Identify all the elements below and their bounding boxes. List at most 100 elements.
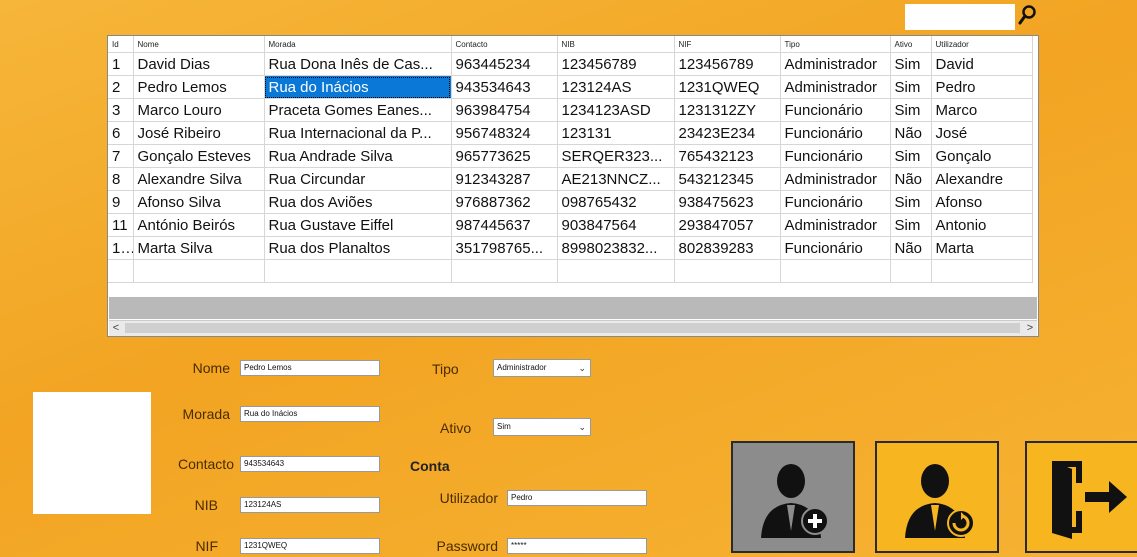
table-cell[interactable]: Rua dos Aviões (264, 190, 452, 214)
exit-button[interactable] (1025, 441, 1137, 553)
table-cell[interactable]: 123124AS (557, 75, 675, 99)
table-cell[interactable]: Marco (931, 98, 1033, 122)
table-cell[interactable]: 912343287 (451, 167, 558, 191)
table-cell[interactable]: Funcionário (780, 121, 891, 145)
table-cell[interactable]: 12 (108, 236, 134, 260)
table-cell[interactable]: 3 (108, 98, 134, 122)
table-cell[interactable]: 987445637 (451, 213, 558, 237)
table-cell[interactable]: 6 (108, 121, 134, 145)
table-row[interactable]: 6 José Ribeiro Rua Internacional da P... 95… (108, 121, 1033, 145)
table-cell[interactable]: Pedro Lemos (133, 75, 265, 99)
table-cell[interactable]: Rua dos Planaltos (264, 236, 452, 260)
nome-field[interactable]: Pedro Lemos (240, 360, 380, 376)
table-cell[interactable]: José (931, 121, 1033, 145)
table-cell[interactable] (108, 259, 134, 283)
table-cell[interactable]: Gonçalo Esteves (133, 144, 265, 168)
table-cell[interactable]: 956748324 (451, 121, 558, 145)
table-cell[interactable]: Rua Andrade Silva (264, 144, 452, 168)
table-cell[interactable]: 9 (108, 190, 134, 214)
table-cell[interactable]: 765432123 (674, 144, 781, 168)
table-cell[interactable]: AE213NNCZ... (557, 167, 675, 191)
table-cell[interactable]: Sim (890, 190, 932, 214)
table-cell[interactable]: Sim (890, 75, 932, 99)
scroll-thumb[interactable] (125, 323, 1020, 333)
password-field[interactable]: ***** (507, 538, 647, 554)
table-cell[interactable]: Sim (890, 98, 932, 122)
table-cell[interactable]: 23423E234 (674, 121, 781, 145)
table-cell[interactable]: Rua do Inácios (264, 75, 452, 99)
column-header[interactable]: NIF (674, 36, 781, 53)
scroll-left-arrow[interactable]: < (109, 321, 123, 336)
table-cell[interactable]: Sim (890, 213, 932, 237)
table-cell[interactable]: 2 (108, 75, 134, 99)
table-row[interactable]: 12 Marta Silva Rua dos Planaltos 351798765.… (108, 236, 1033, 260)
table-cell[interactable]: Funcionário (780, 98, 891, 122)
table-cell[interactable]: 098765432 (557, 190, 675, 214)
column-header[interactable]: Contacto (451, 36, 558, 53)
utilizador-field[interactable]: Pedro (507, 490, 647, 506)
table-cell[interactable] (931, 259, 1033, 283)
table-cell[interactable]: Marta (931, 236, 1033, 260)
column-header[interactable]: Utilizador (931, 36, 1033, 53)
column-header[interactable]: Morada (264, 36, 452, 53)
table-cell[interactable]: 1231312ZY (674, 98, 781, 122)
table-cell[interactable]: 1234123ASD (557, 98, 675, 122)
nif-field[interactable]: 1231QWEQ (240, 538, 380, 554)
table-cell[interactable]: Não (890, 167, 932, 191)
nib-field[interactable]: 123124AS (240, 497, 380, 513)
table-cell[interactable] (264, 259, 452, 283)
table-cell[interactable]: Rua Circundar (264, 167, 452, 191)
table-cell[interactable]: António Beirós (133, 213, 265, 237)
table-cell[interactable]: 943534643 (451, 75, 558, 99)
table-cell[interactable]: Afonso (931, 190, 1033, 214)
tipo-select[interactable]: Administrador ⌄ (493, 359, 591, 377)
table-row[interactable]: 1 David Dias Rua Dona Inês de Cas... 963445… (108, 52, 1033, 76)
table-cell[interactable]: Rua Gustave Eiffel (264, 213, 452, 237)
table-cell[interactable]: Pedro (931, 75, 1033, 99)
table-cell[interactable]: 123456789 (557, 52, 675, 76)
scroll-right-arrow[interactable]: > (1023, 321, 1037, 336)
table-cell[interactable]: Alexandre Silva (133, 167, 265, 191)
table-cell[interactable]: 976887362 (451, 190, 558, 214)
table-cell[interactable]: Administrador (780, 167, 891, 191)
table-cell[interactable] (557, 259, 675, 283)
table-cell[interactable]: José Ribeiro (133, 121, 265, 145)
table-cell[interactable] (451, 259, 558, 283)
table-cell[interactable]: Funcionário (780, 190, 891, 214)
table-cell[interactable]: Administrador (780, 213, 891, 237)
table-cell[interactable] (890, 259, 932, 283)
table-cell[interactable]: Gonçalo (931, 144, 1033, 168)
table-cell[interactable]: David (931, 52, 1033, 76)
column-header[interactable]: Tipo (780, 36, 891, 53)
table-cell[interactable]: Não (890, 121, 932, 145)
table-row[interactable]: 2 Pedro Lemos Rua do Inácios 943534643 12312… (108, 75, 1033, 99)
table-cell[interactable]: 7 (108, 144, 134, 168)
table-cell[interactable]: 963445234 (451, 52, 558, 76)
table-cell[interactable]: Antonio (931, 213, 1033, 237)
table-cell[interactable]: Funcionário (780, 144, 891, 168)
table-cell[interactable]: 965773625 (451, 144, 558, 168)
table-cell[interactable]: Sim (890, 52, 932, 76)
search-icon[interactable] (1017, 4, 1039, 26)
table-cell[interactable]: 8998023832... (557, 236, 675, 260)
table-cell[interactable]: Administrador (780, 52, 891, 76)
table-cell[interactable]: 11 (108, 213, 134, 237)
table-row[interactable]: 11 António Beirós Rua Gustave Eiffel 987445… (108, 213, 1033, 237)
table-row[interactable]: 8 Alexandre Silva Rua Circundar 912343287 AE… (108, 167, 1033, 191)
table-cell[interactable]: David Dias (133, 52, 265, 76)
table-cell[interactable] (133, 259, 265, 283)
table-cell[interactable] (674, 259, 781, 283)
table-cell[interactable]: Praceta Gomes Eanes... (264, 98, 452, 122)
new-row[interactable] (108, 259, 1033, 283)
table-cell[interactable]: 1231QWEQ (674, 75, 781, 99)
table-cell[interactable]: 351798765... (451, 236, 558, 260)
column-header[interactable]: NIB (557, 36, 675, 53)
table-cell[interactable]: Administrador (780, 75, 891, 99)
table-cell[interactable]: 123131 (557, 121, 675, 145)
table-cell[interactable]: 293847057 (674, 213, 781, 237)
search-input[interactable] (905, 4, 1015, 30)
table-cell[interactable]: 938475623 (674, 190, 781, 214)
table-cell[interactable]: Alexandre (931, 167, 1033, 191)
table-cell[interactable]: 802839283 (674, 236, 781, 260)
table-cell[interactable]: 8 (108, 167, 134, 191)
